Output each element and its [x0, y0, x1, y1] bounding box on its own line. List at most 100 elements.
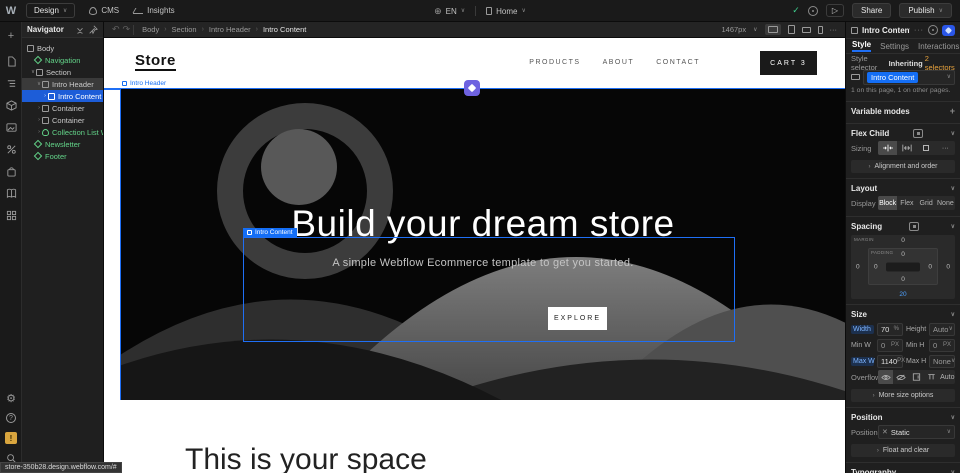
- upgrade-warning-icon[interactable]: !: [5, 432, 17, 444]
- undo-icon[interactable]: ↶: [112, 24, 120, 35]
- tab-interactions[interactable]: Interactions: [918, 42, 959, 51]
- design-mode-menu[interactable]: Design ∨: [26, 3, 75, 18]
- breadcrumb-body[interactable]: Body: [142, 25, 159, 34]
- breadcrumb-intro-content[interactable]: Intro Content: [263, 25, 306, 34]
- breakpoint-desktop-button[interactable]: [765, 24, 781, 35]
- redo-icon[interactable]: ↷: [123, 24, 131, 35]
- add-section-handle[interactable]: [464, 80, 480, 96]
- preview-button[interactable]: ▷: [826, 4, 844, 17]
- class-pill[interactable]: Intro Content: [867, 72, 918, 83]
- breakpoint-tablet-button[interactable]: [788, 25, 795, 34]
- cart-button[interactable]: CART 3: [760, 51, 817, 75]
- float-clear-expander[interactable]: › Float and clear: [851, 444, 955, 457]
- variables-icon[interactable]: [5, 143, 17, 155]
- breadcrumb-section[interactable]: Section: [172, 25, 197, 34]
- min-height-input[interactable]: 0 PX: [929, 339, 955, 352]
- libraries-icon[interactable]: [5, 187, 17, 199]
- padding-right-value[interactable]: 0: [928, 263, 932, 270]
- sizing-grow-button[interactable]: [897, 141, 916, 155]
- overflow-hidden-button[interactable]: [893, 370, 908, 384]
- share-button[interactable]: Share: [852, 3, 891, 18]
- min-width-input[interactable]: 0 PX: [877, 339, 903, 352]
- margin-top-value[interactable]: 0: [901, 237, 905, 244]
- position-select[interactable]: ✕ Static ∨: [878, 425, 955, 439]
- overflow-auto-button[interactable]: Auto: [940, 370, 955, 384]
- nav-link-products[interactable]: PRODUCTS: [529, 59, 580, 66]
- tree-item-navigation[interactable]: Navigation: [22, 54, 103, 66]
- chevron-down-icon[interactable]: ∨: [951, 224, 955, 230]
- display-none-button[interactable]: None: [936, 196, 955, 210]
- chevron-down-icon[interactable]: ∨: [951, 312, 955, 318]
- height-input[interactable]: Auto ∨: [929, 323, 955, 336]
- tab-style[interactable]: Style: [852, 40, 871, 52]
- chevron-down-icon[interactable]: ∨: [951, 415, 955, 421]
- breakpoint-phone-landscape-button[interactable]: [802, 27, 811, 33]
- intro-header-element-label[interactable]: Intro Header: [122, 79, 166, 88]
- status-circle-icon[interactable]: [808, 6, 818, 16]
- insights-menu[interactable]: Insights: [133, 6, 175, 15]
- width-unit[interactable]: %: [894, 326, 899, 332]
- margin-left-value[interactable]: 0: [856, 264, 860, 271]
- settings-gear-icon[interactable]: ⚙: [5, 392, 17, 404]
- collapse-all-icon[interactable]: [75, 25, 85, 35]
- chevron-down-icon[interactable]: ∨: [951, 470, 955, 473]
- breakpoint-phone-portrait-button[interactable]: [818, 26, 823, 34]
- components-icon[interactable]: [5, 99, 17, 111]
- pages-icon[interactable]: [5, 55, 17, 67]
- hero-section[interactable]: Build your dream store A simple Webflow …: [120, 89, 845, 400]
- sizing-more-button[interactable]: ···: [936, 141, 955, 155]
- padding-left-value[interactable]: 0: [874, 263, 878, 270]
- breadcrumb-intro-header[interactable]: Intro Header: [209, 25, 251, 34]
- locale-switcher[interactable]: ⊕ EN ∨: [434, 6, 465, 17]
- more-size-options-expander[interactable]: › More size options: [851, 389, 955, 402]
- width-input[interactable]: 70 %: [877, 323, 903, 336]
- more-options-icon[interactable]: ···: [914, 27, 924, 34]
- max-width-input[interactable]: 1140 PX: [877, 355, 903, 368]
- max-width-unit[interactable]: PX: [897, 358, 905, 364]
- tree-item-intro-header[interactable]: ∨ Intro Header: [22, 78, 103, 90]
- class-selector-input[interactable]: Intro Content ∨: [863, 70, 955, 85]
- webflow-logo-icon[interactable]: W: [0, 5, 22, 17]
- padding-top-value[interactable]: 0: [901, 251, 905, 258]
- tree-item-section[interactable]: ∨ Section: [22, 66, 103, 78]
- sizing-fixed-button[interactable]: [917, 141, 936, 155]
- overflow-scroll-button[interactable]: [909, 370, 924, 384]
- min-height-unit[interactable]: PX: [943, 342, 951, 348]
- sizing-shrink-button[interactable]: [878, 141, 897, 155]
- tree-item-collection-list[interactable]: › Collection List Wra...: [22, 126, 103, 138]
- margin-bottom-value[interactable]: 20: [899, 291, 906, 298]
- display-grid-button[interactable]: Grid: [917, 196, 936, 210]
- help-icon[interactable]: ?: [5, 412, 17, 424]
- intro-content-element-badge[interactable]: Intro Content: [243, 228, 297, 237]
- cms-menu[interactable]: CMS: [89, 6, 119, 15]
- add-variable-mode-icon[interactable]: +: [950, 107, 955, 116]
- tree-item-intro-content[interactable]: › Intro Content: [22, 90, 103, 102]
- publish-button[interactable]: Publish ∨: [899, 3, 952, 18]
- display-flex-button[interactable]: Flex: [897, 196, 916, 210]
- nav-link-about[interactable]: ABOUT: [603, 59, 635, 66]
- navigator-icon[interactable]: [5, 77, 17, 89]
- max-height-input[interactable]: None ∨: [929, 355, 955, 368]
- tree-item-container[interactable]: › Container: [22, 102, 103, 114]
- site-logo[interactable]: Store: [135, 52, 176, 71]
- section2-heading[interactable]: This is your space: [185, 443, 427, 473]
- padding-bottom-value[interactable]: 0: [901, 276, 905, 283]
- pin-panel-icon[interactable]: [88, 25, 98, 35]
- viewport-width-value[interactable]: 1467px: [721, 25, 746, 34]
- alignment-order-expander[interactable]: › Alignment and order: [851, 160, 955, 173]
- nav-link-contact[interactable]: CONTACT: [656, 59, 700, 66]
- component-options-icon[interactable]: [928, 25, 938, 35]
- min-width-unit[interactable]: PX: [891, 342, 899, 348]
- chevron-down-icon[interactable]: ∨: [951, 131, 955, 137]
- more-breakpoints-icon[interactable]: ···: [830, 25, 838, 34]
- page-switcher[interactable]: Home ∨: [486, 7, 526, 16]
- chevron-down-icon[interactable]: ∨: [951, 186, 955, 192]
- tree-item-container[interactable]: › Container: [22, 114, 103, 126]
- overflow-clip-button[interactable]: [924, 370, 939, 384]
- tree-item-body[interactable]: Body: [22, 42, 103, 54]
- tree-item-footer[interactable]: Footer: [22, 150, 103, 162]
- ecommerce-icon[interactable]: [5, 165, 17, 177]
- ai-assistant-button[interactable]: [942, 25, 955, 36]
- tree-item-newsletter[interactable]: Newsletter: [22, 138, 103, 150]
- tab-settings[interactable]: Settings: [880, 42, 909, 51]
